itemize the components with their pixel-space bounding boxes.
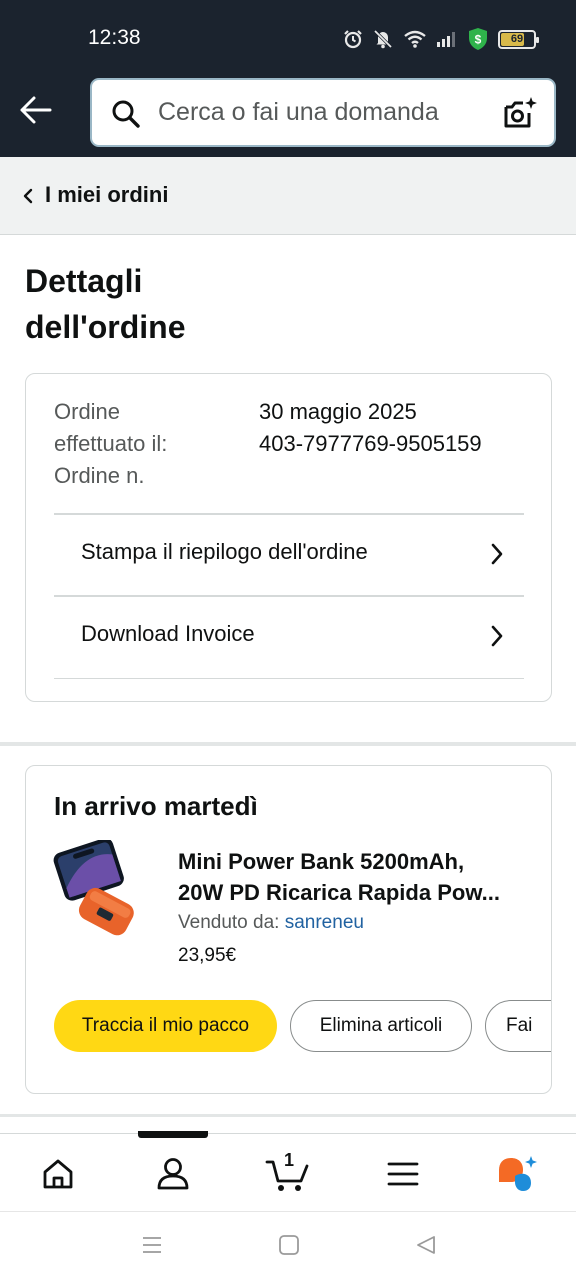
seller-info: Venduto da: sanreneu [178,912,364,934]
alarm-icon [344,30,362,49]
recents-icon[interactable] [141,1234,163,1256]
rufus-assistant-icon [499,1156,537,1191]
order-number-label: Ordine n. [54,463,145,488]
download-invoice-label: Download Invoice [81,621,255,646]
order-summary-card: Ordine effettuato il: 30 maggio 2025 Ord… [25,373,552,702]
product-price: 23,95€ [178,945,237,966]
page-title: Dettagli dell'ordine [25,258,325,350]
divider [54,678,524,679]
product-image[interactable] [50,840,146,940]
nav-cart[interactable]: 1 [264,1150,312,1196]
shipment-card: In arrivo martedì Mini Power Bank 5200mA… [25,765,552,1094]
battery-level: 69 [510,33,524,45]
breadcrumb[interactable]: I miei ordini [0,157,576,235]
breadcrumb-label[interactable]: I miei ordini [45,182,168,208]
nav-account[interactable] [151,1152,195,1196]
active-tab-indicator [138,1131,208,1138]
home-square-icon[interactable] [278,1234,300,1256]
chevron-right-icon [491,543,503,565]
section-separator [0,742,576,746]
home-icon [43,1159,73,1189]
chevron-right-icon [491,625,503,647]
section-separator [0,1114,576,1117]
order-date-label-line1: Ordine [54,399,121,424]
product-title-line2[interactable]: 20W PD Ricarica Rapida Pow... [178,877,528,908]
wifi-icon [404,30,426,48]
track-package-button[interactable]: Traccia il mio pacco [54,1000,277,1052]
order-date-label-line2: effettuato il: [54,431,168,456]
nav-assistant[interactable] [495,1152,539,1196]
more-actions-button[interactable]: Fai [485,1000,551,1052]
svg-text:$: $ [475,33,482,47]
nav-home[interactable] [36,1152,80,1196]
back-arrow-icon[interactable] [18,92,54,128]
status-icons: $ 69 [343,24,539,54]
battery-icon: 69 [498,29,539,49]
delete-items-button[interactable]: Elimina articoli [290,1000,472,1052]
search-bar[interactable]: Cerca o fai una domanda [90,78,556,147]
account-icon [157,1158,189,1190]
system-nav-bar [0,1211,576,1280]
menu-icon [387,1162,419,1186]
status-time: 12:38 [88,26,141,49]
cart-count-badge: 1 [284,1150,295,1170]
delivery-status: In arrivo martedì [54,791,258,821]
print-summary-link[interactable]: Stampa il riepilogo dell'ordine [54,515,524,595]
signal-icon [437,32,455,47]
back-triangle-icon[interactable] [415,1234,437,1256]
download-invoice-link[interactable]: Download Invoice [54,597,524,677]
mute-icon [373,29,393,49]
nav-menu[interactable] [381,1152,425,1196]
seller-label: Venduto da: [178,912,280,933]
search-input[interactable]: Cerca o fai una domanda [158,98,439,127]
bottom-nav: 1 [0,1131,576,1211]
camera-search-icon[interactable] [502,95,538,131]
top-bar: 12:38 $ 69 Cerca o fai una domanda [0,0,576,157]
product-title-line1[interactable]: Mini Power Bank 5200mAh, [178,846,528,877]
seller-link[interactable]: sanreneu [285,912,364,933]
chevron-left-icon [23,188,33,204]
order-date-label: Ordine effettuato il: [54,396,167,460]
order-number-value: 403-7977769-9505159 [259,431,482,456]
page-title-line2: dell'ordine [25,309,186,345]
product-title[interactable]: Mini Power Bank 5200mAh, 20W PD Ricarica… [178,846,528,908]
shield-dollar-icon: $ [469,28,487,50]
print-summary-label: Stampa il riepilogo dell'ordine [81,539,368,564]
page-title-line1: Dettagli [25,263,143,299]
order-date-value: 30 maggio 2025 [259,399,417,424]
search-icon [112,100,140,128]
